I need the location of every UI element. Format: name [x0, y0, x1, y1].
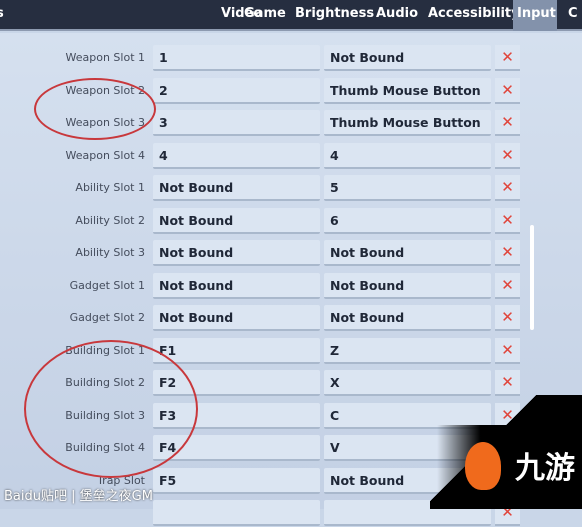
close-icon: ✕	[501, 145, 514, 164]
primary-key-button[interactable]: 4	[153, 142, 320, 169]
clear-binding-button[interactable]: ✕	[495, 110, 520, 136]
jiuyou-logo: 九游	[437, 425, 582, 509]
close-icon: ✕	[501, 373, 514, 391]
clear-binding-button[interactable]: ✕	[495, 45, 520, 71]
secondary-key-button[interactable]: Not Bound	[324, 240, 491, 266]
action-label: Gadget Slot 2	[69, 311, 145, 324]
primary-key-button[interactable]: Not Bound	[153, 305, 320, 331]
tab-game[interactable]: Game	[240, 0, 290, 31]
secondary-key-button[interactable]: 5	[324, 175, 491, 201]
close-icon: ✕	[501, 210, 514, 229]
primary-key-button[interactable]: 1	[153, 45, 320, 71]
primary-key-button[interactable]: 3	[153, 110, 320, 136]
close-icon: ✕	[501, 340, 514, 359]
baidu-watermark: Baidu贴吧 | 堡垒之夜GM	[4, 489, 153, 504]
close-icon: ✕	[501, 80, 514, 99]
action-label: Weapon Slot 4	[65, 148, 146, 162]
primary-key-button[interactable]: 2	[153, 77, 320, 104]
tab-audio[interactable]: Audio	[372, 0, 422, 31]
clear-binding-button[interactable]: ✕	[495, 142, 520, 169]
primary-key-button[interactable]: Not Bound	[153, 207, 320, 234]
clear-binding-button[interactable]: ✕	[495, 77, 520, 104]
secondary-key-button[interactable]: 6	[324, 207, 491, 234]
primary-key-button[interactable]: Not Bound	[153, 175, 320, 201]
action-label: Ability Slot 2	[75, 213, 145, 227]
settings-tab-bar: s Video Game Brightness Audio Accessibil…	[0, 0, 582, 31]
secondary-key-button[interactable]: Thumb Mouse Button 2	[324, 77, 491, 123]
clear-binding-button[interactable]: ✕	[495, 207, 520, 234]
keybind-row: Ability Slot 1 Not Bound 5 ✕	[0, 175, 525, 202]
tab-input[interactable]: Input	[513, 0, 557, 31]
secondary-key-button[interactable]: Not Bound	[324, 305, 491, 331]
clear-binding-button[interactable]: ✕	[495, 175, 520, 201]
close-icon: ✕	[501, 178, 514, 196]
close-icon: ✕	[501, 113, 514, 131]
clear-binding-button[interactable]: ✕	[495, 272, 520, 299]
secondary-key-button[interactable]: Not Bound	[324, 272, 491, 299]
action-label: Ability Slot 3	[75, 246, 145, 259]
keybind-row: Ability Slot 2 Not Bound 6 ✕	[0, 207, 525, 235]
annotation-circle	[24, 340, 198, 478]
clear-binding-button[interactable]: ✕	[495, 370, 520, 396]
keybind-row: Weapon Slot 1 1 Not Bound ✕	[0, 45, 525, 72]
scrollbar[interactable]	[530, 225, 534, 330]
clear-binding-button[interactable]: ✕	[495, 305, 520, 331]
primary-key-button[interactable]: F1	[153, 337, 320, 364]
tab-controller[interactable]: C	[564, 0, 582, 31]
clear-binding-button[interactable]: ✕	[495, 337, 520, 364]
action-label: Weapon Slot 1	[65, 51, 146, 64]
keybind-row: Gadget Slot 2 Not Bound Not Bound ✕	[0, 305, 525, 332]
close-icon: ✕	[501, 275, 514, 294]
primary-key-button[interactable]: Not Bound	[153, 240, 320, 266]
tab-brightness[interactable]: Brightness	[291, 0, 378, 31]
primary-key-button[interactable]: F5	[153, 467, 320, 494]
clear-binding-button[interactable]: ✕	[495, 240, 520, 266]
close-icon: ✕	[501, 243, 514, 261]
primary-key-button[interactable]	[153, 500, 320, 526]
secondary-key-button[interactable]: Not Bound	[324, 45, 491, 71]
tab-accessibility[interactable]: Accessibility	[424, 0, 524, 31]
title-fragment: s	[0, 6, 4, 21]
secondary-key-button[interactable]: 4	[324, 142, 491, 169]
secondary-key-button[interactable]: Z	[324, 337, 491, 364]
keybind-row: Weapon Slot 4 4 4 ✕	[0, 142, 525, 170]
keybind-row: Gadget Slot 1 Not Bound Not Bound ✕	[0, 272, 525, 300]
annotation-circle	[34, 78, 156, 140]
secondary-key-button[interactable]: Thumb Mouse Button	[324, 110, 491, 136]
close-icon: ✕	[501, 308, 514, 326]
secondary-key-button[interactable]: X	[324, 370, 491, 396]
keybind-row: Ability Slot 3 Not Bound Not Bound ✕	[0, 240, 525, 267]
action-label: Gadget Slot 1	[69, 278, 145, 292]
action-label: Ability Slot 1	[75, 181, 145, 194]
primary-key-button[interactable]: Not Bound	[153, 272, 320, 299]
close-icon: ✕	[501, 48, 514, 66]
